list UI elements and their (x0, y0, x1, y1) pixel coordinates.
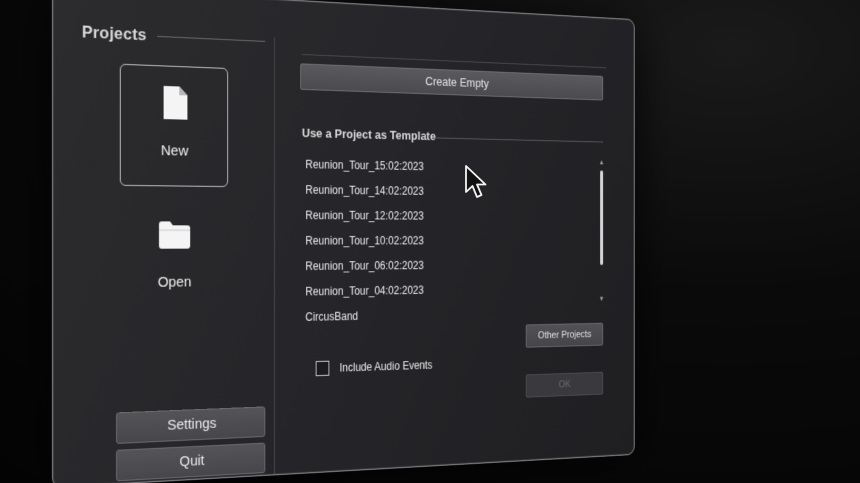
scrollbar-thumb[interactable] (600, 170, 603, 265)
panel-divider (274, 38, 275, 483)
create-empty-button[interactable]: Create Empty (300, 63, 603, 100)
template-item[interactable]: Reunion_Tour_14:02:2023 (305, 178, 579, 206)
template-scrollbar[interactable]: ▲ ▼ (599, 158, 605, 303)
new-project-button[interactable]: New (120, 64, 228, 187)
project-hub-dialog: Projects New Open Settings Quit Create E… (52, 0, 635, 483)
open-project-label: Open (120, 273, 228, 291)
template-item[interactable]: Reunion_Tour_06:02:2023 (305, 253, 579, 280)
projects-title: Projects (82, 22, 147, 45)
template-item[interactable]: Reunion_Tour_15:02:2023 (305, 152, 579, 181)
template-panel: Create Empty Use a Project as Template R… (293, 1, 628, 474)
settings-button[interactable]: Settings (116, 406, 265, 444)
folder-icon (159, 221, 190, 253)
other-projects-button[interactable]: Other Projects (526, 323, 603, 348)
template-list: Reunion_Tour_15:02:2023 Reunion_Tour_14:… (305, 152, 579, 330)
scroll-up-icon[interactable]: ▲ (599, 158, 605, 167)
template-section-divider (432, 137, 603, 142)
template-item[interactable]: Reunion_Tour_10:02:2023 (305, 229, 579, 254)
scroll-down-icon[interactable]: ▼ (599, 295, 605, 304)
file-icon (164, 86, 188, 125)
mouse-pointer-icon (464, 164, 488, 200)
screen: Projects New Open Settings Quit Create E… (0, 0, 860, 483)
template-item[interactable]: Reunion_Tour_12:02:2023 (305, 203, 579, 229)
new-project-label: New (121, 142, 227, 161)
quit-button[interactable]: Quit (116, 443, 265, 482)
template-section-title: Use a Project as Template (302, 126, 436, 143)
ok-button[interactable]: OK (526, 372, 603, 398)
title-divider (157, 36, 265, 42)
include-audio-events-checkbox[interactable] (316, 361, 330, 376)
projects-sidebar: Projects New Open Settings Quit (53, 0, 283, 483)
include-audio-events-label: Include Audio Events (340, 358, 433, 376)
open-project-button[interactable]: Open (120, 209, 228, 317)
